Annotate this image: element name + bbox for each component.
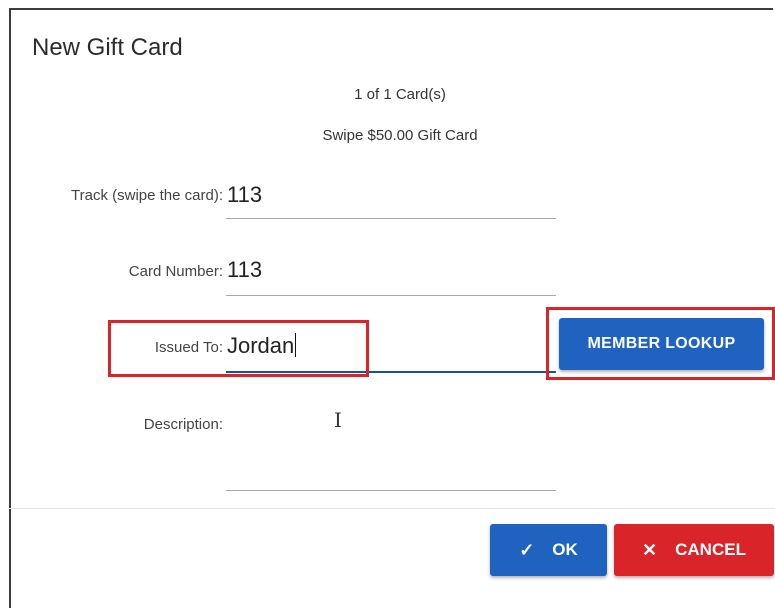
description-underline (226, 490, 556, 491)
ok-button[interactable]: ✓ OK (490, 524, 607, 576)
track-underline (226, 218, 556, 219)
track-label: Track (swipe the card): (71, 187, 223, 204)
card-count: 1 of 1 Card(s) (354, 86, 446, 103)
swipe-instruction: Swipe $50.00 Gift Card (322, 127, 478, 144)
issued-to-highlight (108, 320, 369, 377)
description-input[interactable] (227, 410, 557, 434)
check-icon: ✓ (519, 540, 535, 560)
close-icon: ✕ (642, 540, 658, 560)
track-input[interactable]: 113 (227, 182, 262, 208)
cancel-button[interactable]: ✕ CANCEL (614, 524, 774, 576)
cancel-label: CANCEL (675, 540, 746, 559)
card-number-input[interactable]: 113 (227, 257, 262, 283)
footer-divider (9, 508, 775, 509)
description-label: Description: (143, 416, 223, 433)
text-cursor-icon: I (334, 408, 342, 432)
ok-label: OK (552, 540, 578, 559)
member-lookup-highlight (546, 307, 775, 380)
card-number-underline (226, 295, 556, 296)
card-number-label: Card Number: (128, 263, 223, 280)
dialog-title: New Gift Card (32, 34, 183, 61)
